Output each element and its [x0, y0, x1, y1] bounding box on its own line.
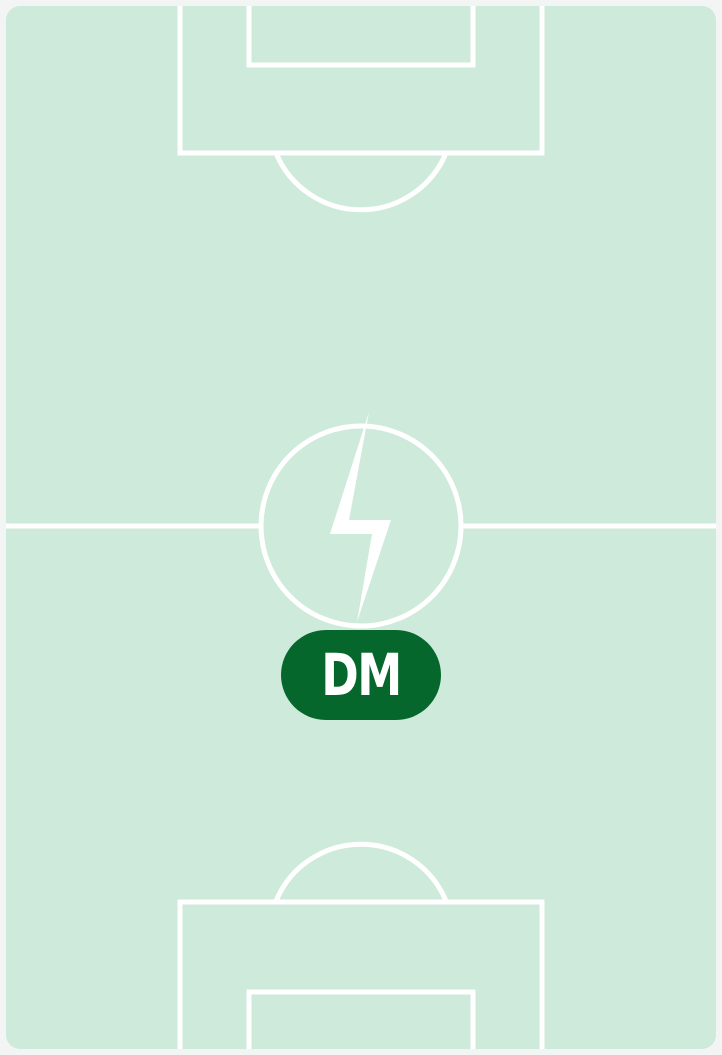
- pitch-graphic: [0, 0, 722, 1055]
- football-pitch: DM: [0, 0, 722, 1055]
- position-label: DM: [321, 641, 402, 709]
- position-badge[interactable]: DM: [281, 630, 441, 720]
